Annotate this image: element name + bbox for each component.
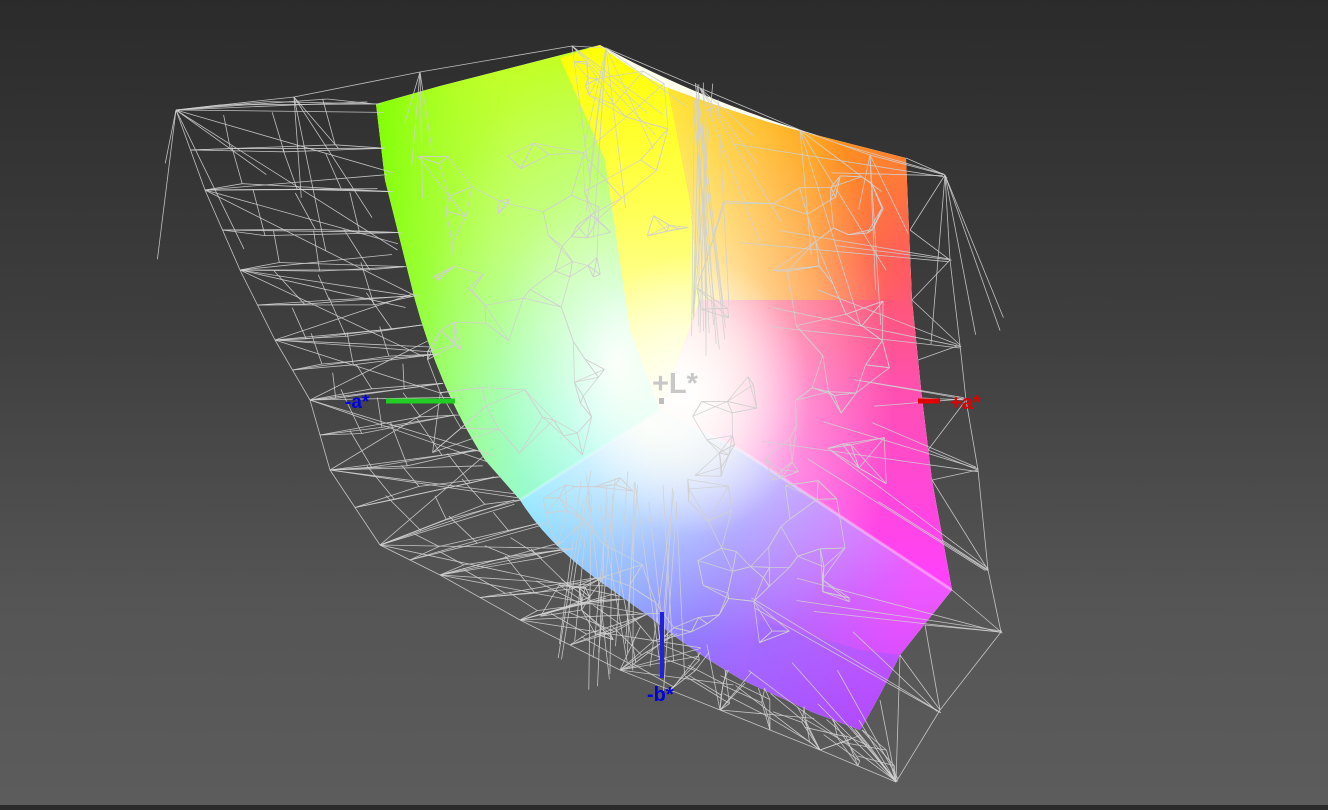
axis-label-l-plus: +L* [652,368,699,400]
gamut-3d-viewport[interactable]: +L* +a* -a* -b* [0,0,1328,805]
gamut-scene: +L* +a* -a* -b* [0,0,1328,805]
axis-label-a-minus: -a* [345,392,370,413]
axis-label-a-plus: +a* [950,392,981,414]
axis-label-b-minus: -b* [647,684,674,706]
